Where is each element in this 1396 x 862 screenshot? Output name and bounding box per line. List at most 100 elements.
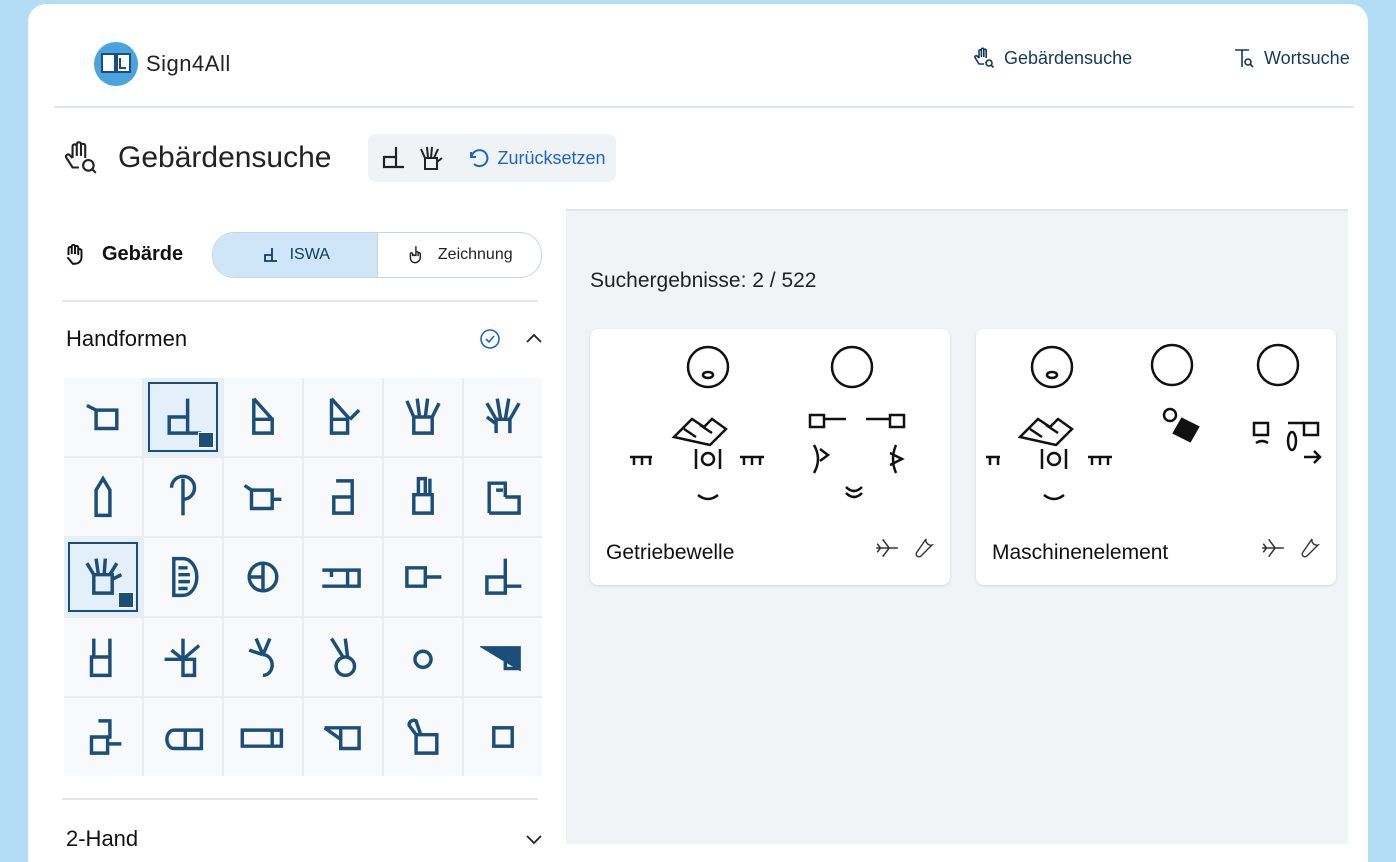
handform-cell[interactable] (384, 618, 462, 696)
handshape-icon (405, 398, 441, 435)
handform-cell[interactable] (464, 378, 542, 456)
mode-iswa-button[interactable]: ISWA (213, 233, 377, 277)
mode-toggle: ISWA Zeichnung (212, 232, 542, 278)
handform-cell[interactable] (224, 538, 302, 616)
section-2hand-header[interactable]: 2-Hand (66, 826, 546, 852)
handform-cell[interactable] (224, 378, 302, 456)
page-header: Gebärdensuche Zurücksetzen (62, 132, 616, 184)
handshape-icon (165, 728, 204, 751)
handform-cell[interactable] (464, 538, 542, 616)
result-card[interactable]: Maschinenelement (976, 329, 1336, 585)
wrench-icon[interactable] (1298, 535, 1322, 559)
handform-cell[interactable] (144, 618, 222, 696)
divider (62, 798, 538, 800)
handform-cell[interactable] (384, 378, 462, 456)
handshape-icon (89, 638, 112, 678)
handshape-icon (164, 638, 201, 678)
handform-cell[interactable] (384, 698, 462, 776)
handform-cell[interactable] (144, 698, 222, 776)
nav-sign-search[interactable]: Gebärdensuche (972, 46, 1132, 70)
handforms-header[interactable]: Handformen (66, 326, 546, 352)
handform-cell[interactable] (304, 378, 382, 456)
handform-cell[interactable] (464, 458, 542, 536)
handshape-icon (492, 726, 514, 748)
logo[interactable]: Sign4All (92, 40, 231, 88)
handshape-icon (323, 726, 361, 751)
handform-cell[interactable] (304, 698, 382, 776)
check-circle-icon[interactable] (478, 327, 502, 351)
nav-word-search[interactable]: Wortsuche (1232, 46, 1350, 70)
handshape-icon (169, 474, 197, 516)
handform-cell-selected[interactable] (64, 538, 142, 616)
handform-cell[interactable] (64, 378, 142, 456)
nav-sign-search-label: Gebärdensuche (1004, 47, 1133, 68)
handform-cell-selected[interactable] (144, 378, 222, 456)
handform-cell[interactable] (224, 698, 302, 776)
handform-cell[interactable] (144, 458, 222, 536)
handform-cell[interactable] (304, 618, 382, 696)
handshape-icon (330, 637, 357, 678)
nav-word-search-label: Wortsuche (1264, 47, 1350, 68)
signwriting-glyph (986, 343, 1322, 501)
handforms-title: Handformen (66, 326, 188, 351)
handform-grid (64, 378, 542, 776)
mode-drawing-button[interactable]: Zeichnung (376, 233, 542, 277)
handform-cell[interactable] (304, 538, 382, 616)
handshape-icon (172, 556, 199, 598)
handshape-icon (407, 718, 439, 755)
handshape-icon (89, 719, 122, 755)
handshape-claw-icon[interactable] (416, 143, 446, 173)
hand-search-icon (974, 47, 995, 69)
handform-cell[interactable] (384, 458, 462, 536)
hand-search-icon (64, 141, 97, 174)
handshape-icon (247, 561, 279, 593)
gesture-row: Gebärde ISWA Zeichnung (62, 232, 566, 278)
handform-cell[interactable] (304, 458, 382, 536)
active-filter-chips: Zurücksetzen (367, 134, 616, 182)
airplane-icon[interactable] (874, 535, 900, 561)
handform-cell[interactable] (64, 458, 142, 536)
mode-iswa-label: ISWA (289, 246, 330, 263)
handshape-icon (413, 649, 433, 670)
handform-cell[interactable] (464, 618, 542, 696)
handform-cell[interactable] (224, 618, 302, 696)
undo-icon (469, 149, 488, 168)
gesture-title: Gebärde (102, 242, 184, 265)
handform-cell[interactable] (384, 538, 462, 616)
app-frame: Sign4All Gebärdensuche Wortsuche Gebärde… (28, 4, 1368, 862)
handshape-flat-icon (263, 248, 277, 262)
handshape-flat-icon[interactable] (378, 143, 408, 173)
chevron-down-icon[interactable] (522, 827, 546, 851)
handshape-icon (94, 475, 112, 518)
app-name: Sign4All (146, 51, 231, 76)
checkbox-checked-icon (198, 432, 214, 448)
handshape-icon (485, 558, 522, 595)
handform-cell[interactable] (144, 538, 222, 616)
chevron-up-icon[interactable] (522, 327, 546, 351)
section-2hand-title: 2-Hand (66, 826, 139, 851)
divider (62, 300, 538, 302)
results-count: Suchergebnisse: 2 / 522 (590, 269, 817, 292)
handshape-icon (240, 728, 284, 748)
handshape-icon (485, 398, 521, 434)
handshape-icon (322, 568, 361, 588)
handshape-icon (243, 484, 282, 511)
checkbox-checked-icon (118, 592, 134, 608)
handshape-icon (248, 637, 274, 678)
result-card[interactable]: Getriebewelle (590, 329, 950, 585)
reset-button[interactable]: Zurücksetzen (466, 146, 606, 170)
airplane-icon[interactable] (1260, 535, 1286, 561)
wrench-icon[interactable] (912, 535, 936, 559)
page-title: Gebärdensuche (118, 141, 332, 174)
handform-cell[interactable] (64, 618, 142, 696)
mode-drawing-label: Zeichnung (437, 246, 513, 263)
handshape-icon (480, 646, 521, 672)
handshape-icon (329, 397, 361, 435)
results-panel: Suchergebnisse: 2 / 522 Getriebewelle Ma… (566, 209, 1348, 844)
handform-cell[interactable] (464, 698, 542, 776)
logo-icon (92, 40, 140, 88)
handshape-icon (412, 476, 434, 515)
handform-cell[interactable] (64, 698, 142, 776)
handform-cell[interactable] (224, 458, 302, 536)
card-title: Maschinenelement (992, 541, 1169, 564)
